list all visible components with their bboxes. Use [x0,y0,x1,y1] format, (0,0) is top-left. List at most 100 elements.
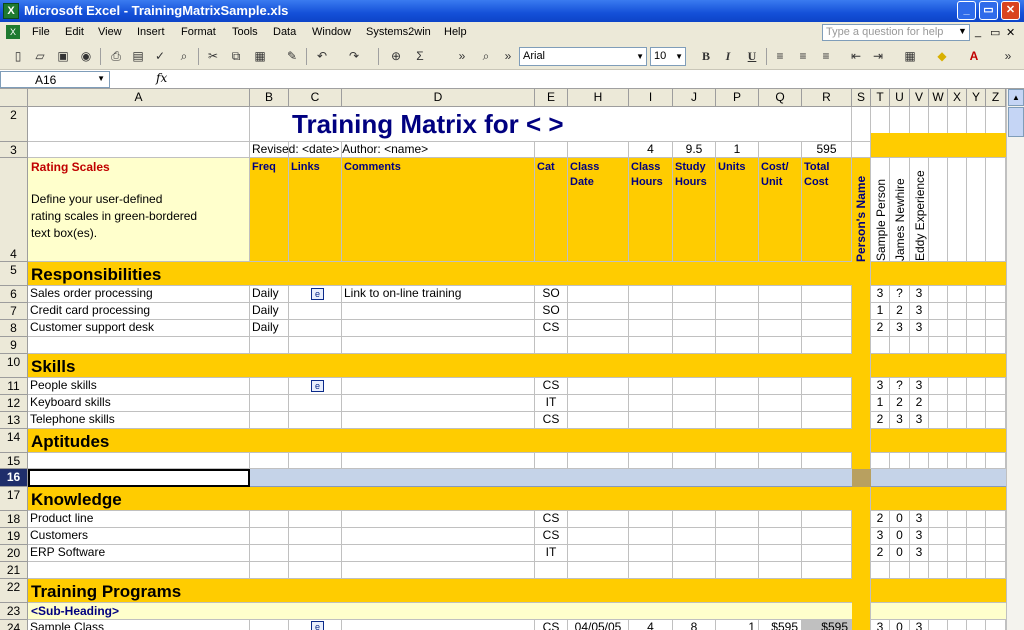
section-skills[interactable]: Skills [28,354,852,378]
column-header-s[interactable]: S [852,89,871,107]
row-name[interactable]: Keyboard skills [28,395,250,412]
cell-i18[interactable] [629,511,673,528]
cell-h8[interactable] [568,320,629,337]
cell-w20[interactable] [929,545,948,562]
rating-v[interactable]: 3 [910,303,929,320]
cell-e21[interactable] [535,562,568,579]
row-header-12[interactable]: 12 [0,395,28,412]
hyperlink-icon[interactable]: e [311,288,324,300]
row-header-17[interactable]: 17 [0,487,28,511]
rating-t[interactable]: 3 [871,378,890,395]
section-responsibilities[interactable]: Responsibilities [28,262,852,286]
row-name[interactable]: People skills [28,378,250,395]
row-cat[interactable]: IT [535,545,568,562]
cell-x24[interactable] [948,620,967,630]
cell-c21[interactable] [289,562,342,579]
cell-q18[interactable] [759,511,802,528]
row-header-7[interactable]: 7 [0,303,28,320]
cell-q20[interactable] [759,545,802,562]
cell-w24[interactable] [929,620,948,630]
row-name[interactable]: Product line [28,511,250,528]
cell-y21[interactable] [967,562,986,579]
column-header-t[interactable]: T [871,89,890,107]
rating-t[interactable]: 3 [871,286,890,303]
rating-t[interactable]: 2 [871,511,890,528]
row-cost-unit[interactable]: $595 [759,620,802,630]
cell-y24[interactable] [967,620,986,630]
row-link[interactable] [289,303,342,320]
spreadsheet-grid[interactable]: A B C D E H I J P Q R S T U V W X Y Z 2 3 4 5 6 7 8 9 10 11 12 13 14 15 1… [0,0,1024,630]
cell-d21[interactable] [342,562,535,579]
cell-x12[interactable] [948,395,967,412]
cell-p8[interactable] [716,320,759,337]
cell-q19[interactable] [759,528,802,545]
rating-u[interactable]: ? [890,286,910,303]
row-freq[interactable]: Daily [250,286,289,303]
cell-q13[interactable] [759,412,802,429]
cell-p20[interactable] [716,545,759,562]
cell-j6[interactable] [673,286,716,303]
row-freq[interactable] [250,412,289,429]
row-freq[interactable] [250,528,289,545]
cell-h13[interactable] [568,412,629,429]
rating-t[interactable]: 1 [871,303,890,320]
row-freq[interactable] [250,545,289,562]
header-class-date[interactable]: Class Date [568,158,629,262]
cell-z20[interactable] [986,545,1006,562]
row-header-3[interactable]: 3 [0,142,28,158]
cell-j9[interactable] [673,337,716,354]
cell-h6[interactable] [568,286,629,303]
row-header-21[interactable]: 21 [0,562,28,579]
total-units[interactable]: 1 [716,142,759,158]
column-header-e[interactable]: E [535,89,568,107]
cell-h7[interactable] [568,303,629,320]
rating-u[interactable]: 0 [890,545,910,562]
column-header-j[interactable]: J [673,89,716,107]
row-class-date[interactable]: 04/05/05 [568,620,629,630]
row-header-20[interactable]: 20 [0,545,28,562]
header-links[interactable]: Links [289,158,342,262]
cell-a9[interactable] [28,337,250,354]
cell-y8[interactable] [967,320,986,337]
row-link[interactable] [289,511,342,528]
cell-z4[interactable] [986,158,1006,262]
cell-j15[interactable] [673,453,716,469]
row-header-11[interactable]: 11 [0,378,28,395]
cell-z11[interactable] [986,378,1006,395]
cell-d15[interactable] [342,453,535,469]
cell-y9[interactable] [967,337,986,354]
row-comment[interactable]: Link to on-line training [342,286,535,303]
cell-v9[interactable] [910,337,929,354]
cell-z21[interactable] [986,562,1006,579]
row-comment[interactable] [342,528,535,545]
cell-b15[interactable] [250,453,289,469]
cell-x18[interactable] [948,511,967,528]
cell-e15[interactable] [535,453,568,469]
cell-h20[interactable] [568,545,629,562]
cell-z12[interactable] [986,395,1006,412]
column-header-x[interactable]: X [948,89,967,107]
row-link[interactable]: e [289,286,342,303]
select-all-corner[interactable] [0,89,28,107]
total-study-hours[interactable]: 9.5 [673,142,716,158]
rating-u[interactable]: ? [890,378,910,395]
cell-w15[interactable] [929,453,948,469]
cell-b24[interactable] [250,620,289,630]
cell-t9[interactable] [871,337,890,354]
row-link[interactable] [289,395,342,412]
cell-w7[interactable] [929,303,948,320]
cell-p19[interactable] [716,528,759,545]
row-link[interactable] [289,528,342,545]
cell-q11[interactable] [759,378,802,395]
row-name[interactable]: Customer support desk [28,320,250,337]
cell-y13[interactable] [967,412,986,429]
cell-i19[interactable] [629,528,673,545]
cell-a15[interactable] [28,453,250,469]
hyperlink-icon[interactable]: e [311,621,324,630]
cell-j12[interactable] [673,395,716,412]
rating-u[interactable]: 0 [890,528,910,545]
scroll-thumb[interactable] [1008,107,1024,137]
cell-q6[interactable] [759,286,802,303]
cell-h19[interactable] [568,528,629,545]
cell-p15[interactable] [716,453,759,469]
